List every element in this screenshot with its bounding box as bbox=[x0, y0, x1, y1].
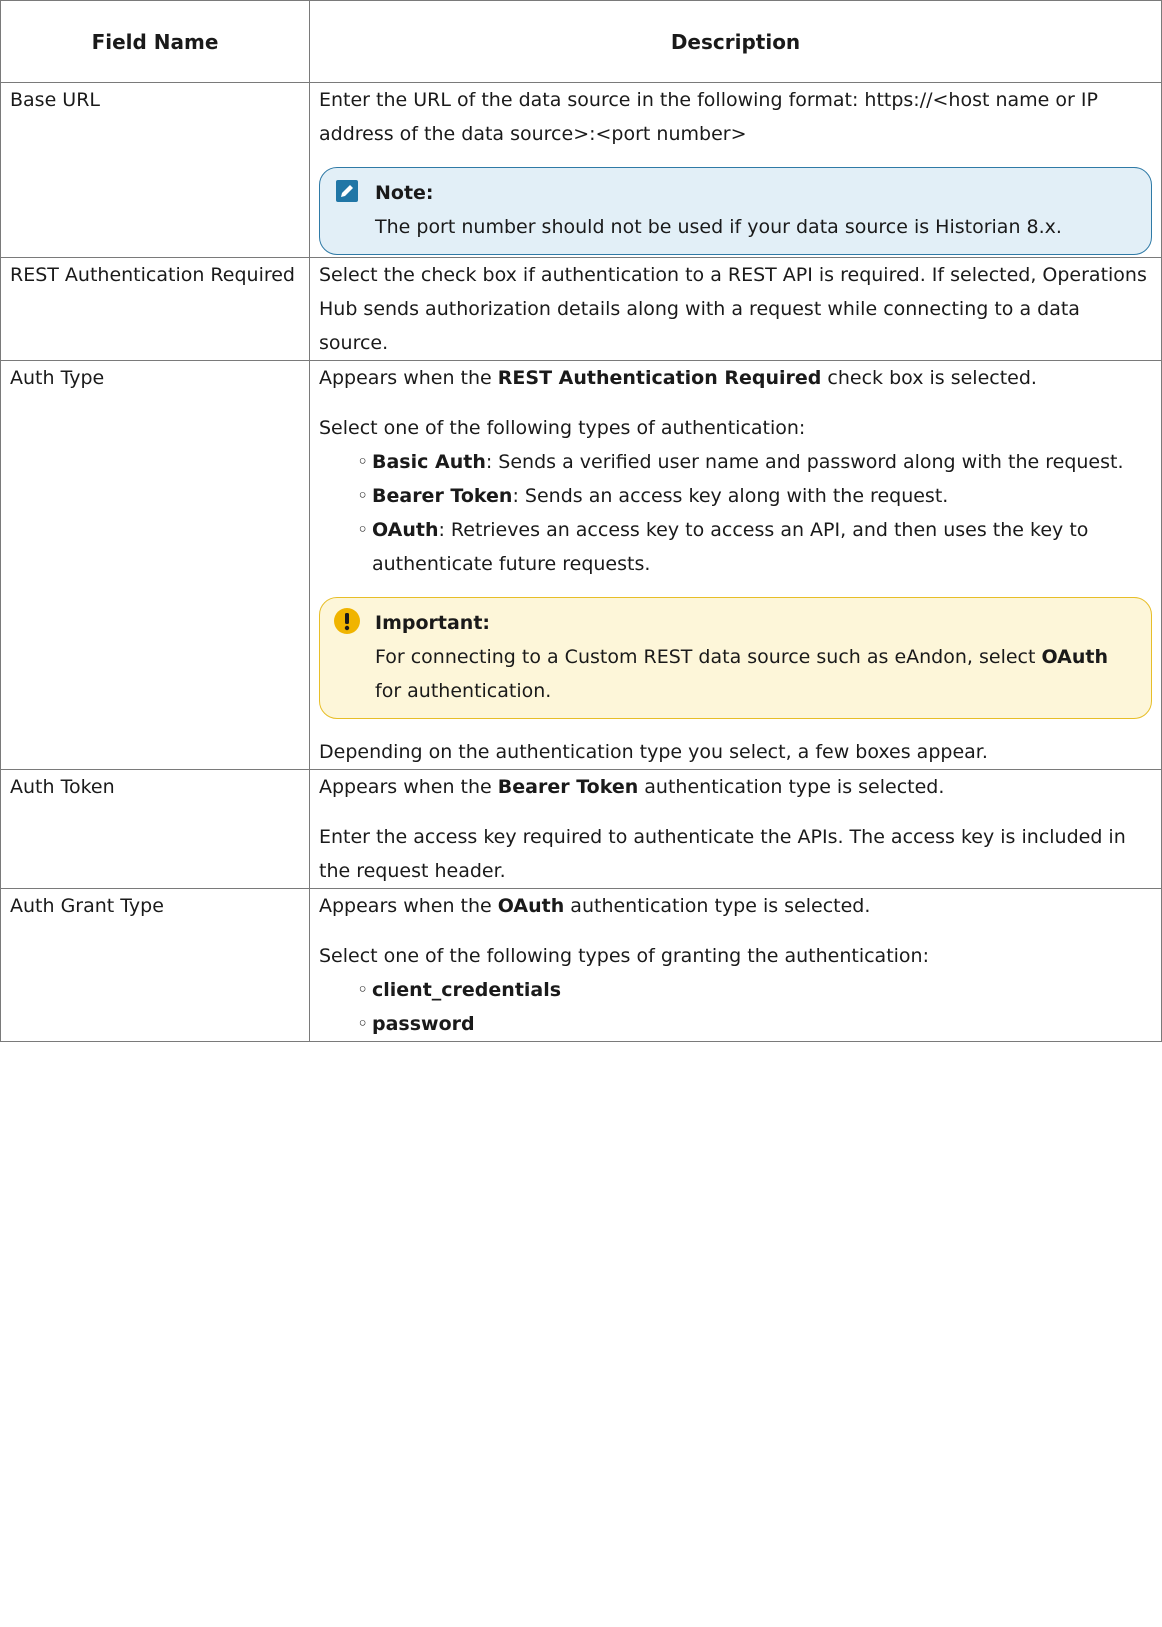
field-name-cell: Auth Type bbox=[0, 360, 310, 770]
description-text: Select one of the following types of aut… bbox=[319, 417, 806, 439]
description-text: Appears when the Bearer Token authentica… bbox=[319, 776, 945, 798]
description-cell: Appears when the REST Authentication Req… bbox=[309, 360, 1162, 770]
header-row: Field Name Description bbox=[0, 0, 1162, 83]
field-name-cell: Base URL bbox=[0, 82, 310, 258]
description-text: Enter the access key required to authent… bbox=[319, 826, 1126, 882]
description-cell: Appears when the Bearer Token authentica… bbox=[309, 769, 1162, 889]
important-text: For connecting to a Custom REST data sou… bbox=[375, 646, 1108, 702]
description-text: Select one of the following types of gra… bbox=[319, 945, 929, 967]
grant-type-options-list: ◦ client_credentials ◦ password bbox=[319, 973, 1152, 1041]
field-name-cell: Auth Token bbox=[0, 769, 310, 889]
header-description: Description bbox=[309, 0, 1162, 83]
description-text: Appears when the REST Authentication Req… bbox=[319, 367, 1037, 389]
description-text: Enter the URL of the data source in the … bbox=[319, 89, 1098, 145]
list-item: ◦ Bearer Token: Sends an access key along… bbox=[357, 485, 949, 507]
description-cell: Appears when the OAuth authentication ty… bbox=[309, 888, 1162, 1042]
description-text: Depending on the authentication type you… bbox=[319, 741, 988, 763]
list-item: ◦ OAuth: Retrieves an access key to acces… bbox=[357, 519, 1089, 575]
field-name-cell: Auth Grant Type bbox=[0, 888, 310, 1042]
field-name-cell: REST Authentication Required bbox=[0, 257, 310, 361]
row-auth-token: Auth Token Appears when the Bearer Token… bbox=[0, 769, 1162, 889]
header-field-name: Field Name bbox=[0, 0, 310, 83]
row-base-url: Base URL Enter the URL of the data sourc… bbox=[0, 82, 1162, 258]
list-item: ◦ client_credentials bbox=[357, 979, 562, 1001]
note-text: The port number should not be used if yo… bbox=[375, 216, 1062, 238]
pencil-icon bbox=[336, 180, 358, 202]
description-text: Appears when the OAuth authentication ty… bbox=[319, 895, 871, 917]
description-cell: Enter the URL of the data source in the … bbox=[309, 82, 1162, 258]
list-item: ◦ Basic Auth: Sends a verified user name … bbox=[357, 451, 1124, 473]
exclamation-icon bbox=[334, 608, 360, 634]
note-callout: Note: The port number should not be used… bbox=[319, 167, 1152, 255]
important-callout: Important: For connecting to a Custom RE… bbox=[319, 597, 1152, 719]
row-auth-grant-type: Auth Grant Type Appears when the OAuth a… bbox=[0, 888, 1162, 1042]
auth-type-options-list: ◦ Basic Auth: Sends a verified user name … bbox=[319, 445, 1152, 581]
note-title: Note: bbox=[375, 182, 434, 204]
row-rest-authentication: REST Authentication Required Select the … bbox=[0, 257, 1162, 361]
fields-table: Field Name Description Base URL Enter th… bbox=[0, 0, 1162, 1042]
row-auth-type: Auth Type Appears when the REST Authenti… bbox=[0, 360, 1162, 770]
description-cell: Select the check box if authentication t… bbox=[309, 257, 1162, 361]
important-title: Important: bbox=[375, 612, 491, 634]
list-item: ◦ password bbox=[357, 1013, 475, 1035]
description-text: Select the check box if authentication t… bbox=[319, 264, 1147, 354]
